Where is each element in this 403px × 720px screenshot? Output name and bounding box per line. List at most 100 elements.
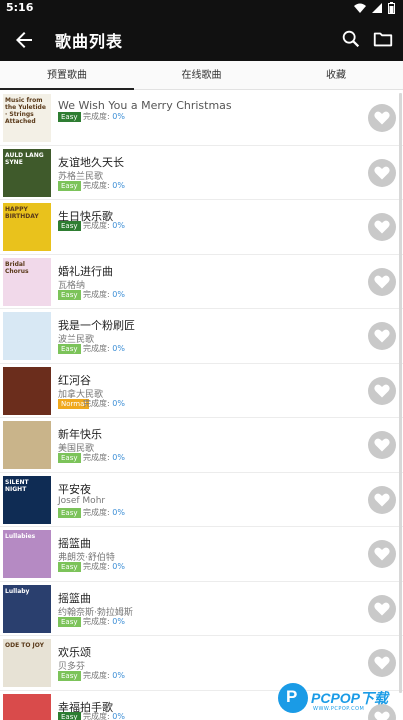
song-row[interactable]: 我是一个粉刷匠 波兰民歌 Easy 完成度: 0% (0, 309, 403, 364)
difficulty-badge: Easy (58, 562, 81, 572)
song-row[interactable]: Lullaby 摇篮曲 约翰奈斯·勃拉姆斯 Easy 完成度: 0% (0, 582, 403, 636)
song-row[interactable]: Lullabies 摇篮曲 弗朗茨·舒伯特 Easy 完成度: 0% (0, 527, 403, 582)
album-cover: ODE TO JOY (3, 639, 51, 687)
difficulty-badge: Easy (58, 453, 81, 463)
song-list: Music from the Yuletide · Strings Attach… (0, 91, 403, 720)
difficulty-badge: Easy (58, 221, 81, 231)
album-cover (3, 366, 51, 415)
progress-text: 完成度: 0% (83, 221, 125, 231)
watermark-logo: P PCPOP下载 WWW.PCPOP.COM (278, 682, 402, 718)
album-cover-text: Lullaby (5, 587, 30, 595)
album-cover (3, 693, 51, 720)
favorite-heart-icon[interactable] (368, 485, 396, 514)
progress-label: 完成度: (83, 453, 110, 462)
progress-text: 完成度: 0% (83, 671, 125, 681)
progress-value: 0% (112, 671, 125, 680)
progress-value: 0% (112, 112, 125, 121)
progress-label: 完成度: (83, 398, 110, 408)
progress-value: 0% (112, 344, 125, 353)
song-row[interactable]: AULD LANG SYNE 友谊地久天长 苏格兰民歌 Easy 完成度: 0% (0, 146, 403, 200)
difficulty-badge: Easy (58, 507, 81, 518)
song-title: 友谊地久天长 (58, 155, 124, 169)
tab-online-songs[interactable]: 在线歌曲 (134, 61, 269, 90)
album-cover: Bridal Chorus (3, 257, 51, 306)
app-bar: 歌曲列表 (0, 17, 403, 61)
progress-text: 完成度: 0% (83, 712, 125, 720)
song-title: We Wish You a Merry Christmas (58, 99, 232, 112)
difficulty-badge: Easy (58, 344, 81, 354)
difficulty-badge: Easy (58, 289, 81, 300)
favorite-heart-icon[interactable] (368, 649, 396, 677)
album-cover: SILENT NIGHT (3, 475, 51, 524)
album-cover-text: SILENT NIGHT (5, 478, 29, 493)
album-cover: Lullaby (3, 584, 51, 633)
progress-label: 完成度: (83, 507, 110, 517)
progress-label: 完成度: (83, 616, 110, 626)
song-row[interactable]: Music from the Yuletide · Strings Attach… (0, 91, 403, 146)
progress-text: 完成度: 0% (83, 453, 125, 463)
progress-label: 完成度: (83, 180, 110, 190)
progress-value: 0% (112, 507, 125, 517)
favorite-heart-icon[interactable] (368, 158, 396, 187)
watermark-brand: PCPOP下载 (311, 690, 389, 706)
song-title: 摇篮曲 (58, 591, 91, 605)
album-cover-text: HAPPY BIRTHDAY (5, 206, 39, 220)
progress-text: 完成度: 0% (83, 181, 125, 191)
album-cover (3, 312, 51, 360)
page-title: 歌曲列表 (55, 32, 124, 51)
watermark-circle-icon: P (278, 683, 308, 713)
back-arrow-icon[interactable] (12, 28, 36, 52)
favorite-heart-icon[interactable] (368, 431, 396, 459)
favorite-heart-icon[interactable] (368, 322, 396, 350)
tab-favorites[interactable]: 收藏 (269, 61, 403, 90)
favorite-heart-icon[interactable] (368, 213, 396, 241)
progress-label: 完成度: (83, 562, 110, 571)
progress-value: 0% (112, 453, 125, 462)
song-row[interactable]: SILENT NIGHT 平安夜 Josef Mohr Easy 完成度: 0% (0, 473, 403, 527)
progress-text: 完成度: 0% (83, 344, 125, 354)
favorite-heart-icon[interactable] (368, 376, 396, 405)
progress-value: 0% (112, 221, 125, 230)
song-row[interactable]: 红河谷 加拿大民歌 Normal 完成度: 0% (0, 364, 403, 418)
song-title: 我是一个粉刷匠 (58, 319, 135, 332)
album-cover: AULD LANG SYNE (3, 148, 51, 197)
progress-text: 完成度: 0% (83, 562, 125, 572)
album-cover: Lullabies (3, 530, 51, 578)
progress-text: 完成度: 0% (83, 290, 125, 300)
progress-value: 0% (112, 289, 125, 299)
difficulty-badge: Easy (58, 671, 81, 681)
tab-preset-songs[interactable]: 预置歌曲 (0, 61, 134, 90)
song-row[interactable]: 新年快乐 美国民歌 Easy 完成度: 0% (0, 418, 403, 473)
progress-text: 完成度: 0% (83, 617, 125, 627)
progress-text: 完成度: 0% (83, 112, 125, 122)
favorite-heart-icon[interactable] (368, 267, 396, 296)
favorite-heart-icon[interactable] (368, 540, 396, 568)
signal-icon (372, 3, 382, 13)
song-row[interactable]: Bridal Chorus 婚礼进行曲 瓦格纳 Easy 完成度: 0% (0, 255, 403, 309)
difficulty-badge: Easy (58, 112, 81, 122)
difficulty-badge: Easy (58, 616, 81, 627)
favorite-heart-icon[interactable] (368, 594, 396, 623)
album-cover-text: Bridal Chorus (5, 260, 29, 275)
progress-value: 0% (112, 398, 125, 408)
song-title: 欢乐颂 (58, 646, 91, 659)
song-title: 红河谷 (58, 373, 91, 387)
progress-label: 完成度: (83, 711, 110, 720)
folder-icon[interactable] (372, 28, 394, 50)
song-artist: Josef Mohr (58, 495, 106, 506)
search-icon[interactable] (340, 28, 362, 50)
progress-label: 完成度: (83, 221, 110, 230)
progress-value: 0% (112, 616, 125, 626)
song-title: 摇篮曲 (58, 537, 91, 550)
song-title: 婚礼进行曲 (58, 264, 113, 278)
status-time: 5:16 (6, 1, 34, 14)
difficulty-badge: Easy (58, 180, 81, 191)
favorite-heart-icon[interactable] (368, 104, 396, 132)
album-cover: HAPPY BIRTHDAY (3, 203, 51, 251)
song-row[interactable]: HAPPY BIRTHDAY 生日快乐歌 Easy 完成度: 0% (0, 200, 403, 255)
progress-value: 0% (112, 180, 125, 190)
scrollbar[interactable] (399, 93, 402, 693)
progress-text: 完成度: 0% (83, 399, 125, 409)
difficulty-badge: Easy (58, 711, 81, 720)
album-cover-text: AULD LANG SYNE (5, 151, 44, 166)
